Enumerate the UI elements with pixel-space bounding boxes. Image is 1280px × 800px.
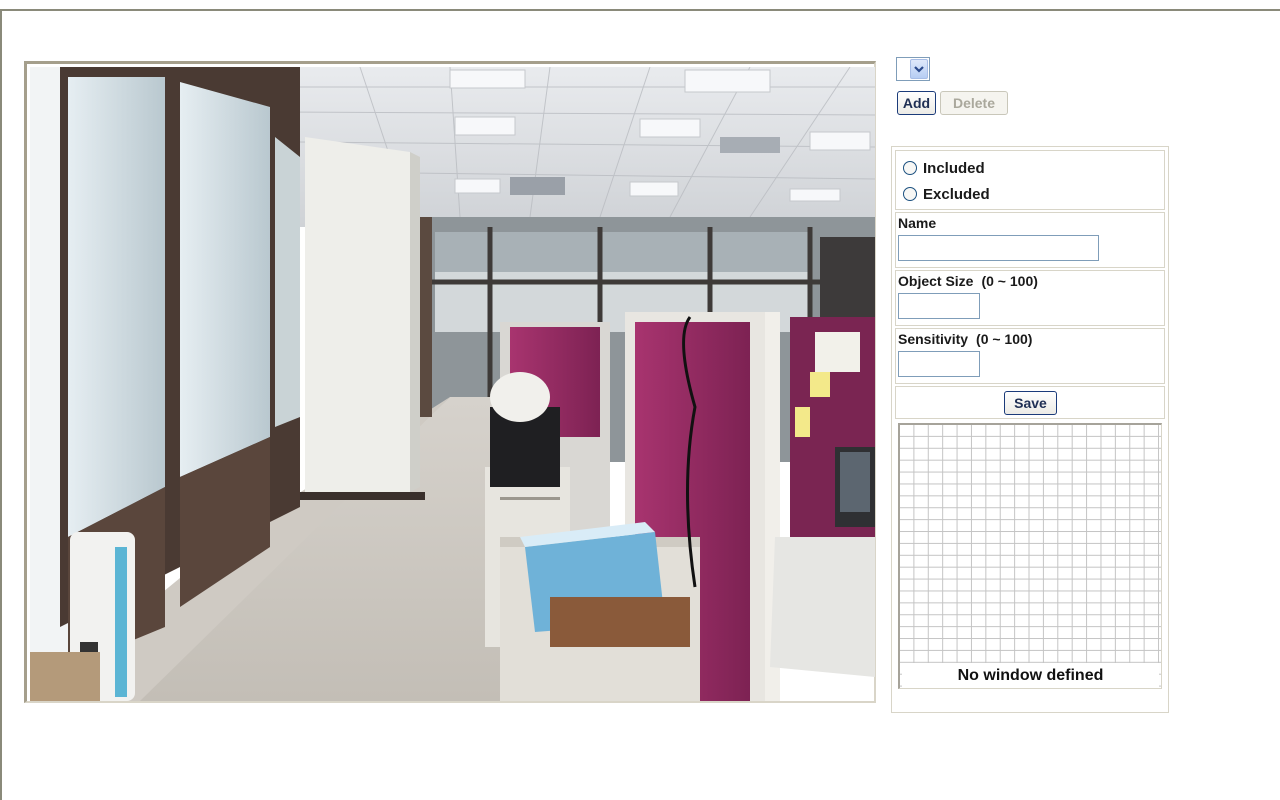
- mode-cell: Included Excluded: [895, 150, 1165, 210]
- chevron-down-icon: [914, 65, 924, 73]
- live-video-frame: [24, 61, 876, 703]
- excluded-option[interactable]: Excluded: [903, 184, 990, 204]
- motion-settings-panel: Included Excluded Name Object Size (0 ~ 1…: [891, 146, 1169, 713]
- sensitivity-range: (0 ~ 100): [976, 331, 1033, 347]
- page-top-border: [0, 9, 1280, 11]
- sensitivity-input[interactable]: [898, 351, 980, 377]
- included-radio[interactable]: [903, 161, 917, 175]
- save-button[interactable]: Save: [1004, 391, 1057, 415]
- name-cell: Name: [895, 212, 1165, 268]
- object-size-label: Object Size: [898, 273, 974, 289]
- object-size-range: (0 ~ 100): [981, 273, 1038, 289]
- excluded-radio[interactable]: [903, 187, 917, 201]
- grid-status-message: No window defined: [902, 663, 1159, 688]
- add-button[interactable]: Add: [897, 91, 936, 115]
- page-left-border: [0, 9, 2, 800]
- window-select[interactable]: [896, 57, 930, 81]
- window-select-arrow[interactable]: [910, 59, 928, 79]
- name-input[interactable]: [898, 235, 1099, 261]
- sensitivity-label: Sensitivity: [898, 331, 969, 347]
- included-label: Included: [923, 159, 985, 177]
- sensitivity-label-row: Sensitivity (0 ~ 100): [898, 331, 1032, 347]
- name-label: Name: [898, 215, 937, 231]
- live-video-view[interactable]: [30, 67, 875, 701]
- excluded-label: Excluded: [923, 185, 990, 203]
- motion-window-grid[interactable]: No window defined: [898, 423, 1162, 689]
- included-option[interactable]: Included: [903, 158, 985, 178]
- object-size-cell: Object Size (0 ~ 100): [895, 270, 1165, 326]
- save-cell: Save: [895, 386, 1165, 419]
- object-size-label-row: Object Size (0 ~ 100): [898, 273, 1038, 289]
- sensitivity-cell: Sensitivity (0 ~ 100): [895, 328, 1165, 384]
- delete-button[interactable]: Delete: [940, 91, 1008, 115]
- object-size-input[interactable]: [898, 293, 980, 319]
